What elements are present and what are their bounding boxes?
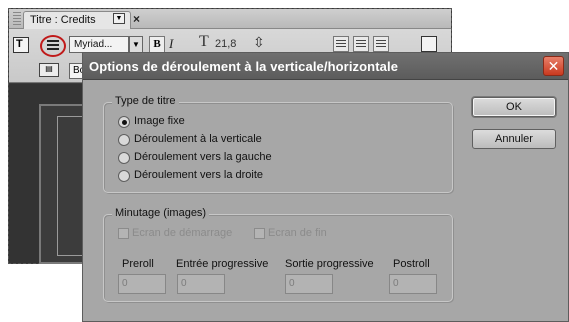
radio-crawl-right-label: Déroulement vers la droite [134, 169, 264, 181]
ok-button[interactable]: OK [472, 97, 556, 117]
title-type-legend: Type de titre [112, 95, 179, 107]
end-screen-label: Ecran de fin [268, 227, 327, 239]
dialog-title: Options de déroulement à la verticale/ho… [89, 59, 399, 74]
cancel-button[interactable]: Annuler [472, 129, 556, 149]
bold-button[interactable]: B [149, 36, 165, 53]
templates-icon[interactable]: ▤ [39, 63, 59, 77]
radio-still-button[interactable] [118, 116, 130, 128]
align-center-icon[interactable] [353, 36, 369, 52]
radio-crawl-left-label: Déroulement vers la gauche [134, 151, 272, 163]
font-dropdown-icon[interactable]: ▼ [129, 36, 143, 53]
font-family-field[interactable]: Myriad... [69, 36, 129, 53]
panel-tab-label: Titre : Credits [30, 14, 96, 26]
radio-roll-button[interactable] [118, 134, 130, 146]
end-screen-box[interactable] [254, 228, 265, 239]
dialog-title-bar[interactable]: Options de déroulement à la verticale/ho… [83, 53, 568, 80]
kerning-icon[interactable]: ⇳ [253, 34, 265, 51]
start-screen-label: Ecran de démarrage [132, 227, 233, 239]
ease-out-input[interactable]: 0 [285, 274, 333, 294]
close-icon[interactable]: ✕ [543, 56, 564, 76]
roll-crawl-options-icon[interactable] [40, 35, 66, 57]
radio-crawl-left-button[interactable] [118, 152, 130, 164]
align-right-icon[interactable] [373, 36, 389, 52]
font-size-icon: T [199, 33, 209, 50]
panel-grip-icon[interactable] [13, 12, 21, 25]
timing-legend: Minutage (images) [112, 207, 210, 219]
italic-button[interactable]: I [169, 36, 173, 52]
panel-close-icon[interactable]: × [133, 12, 140, 26]
roll-crawl-glyph-icon [47, 40, 59, 52]
timing-group: Minutage (images) Ecran de démarrage Ecr… [103, 207, 453, 302]
font-size-value[interactable]: 21,8 [215, 38, 236, 50]
ease-in-label: Entrée progressive [176, 258, 269, 270]
radio-still-label: Image fixe [134, 115, 185, 127]
title-tool-icon[interactable] [13, 37, 29, 53]
panel-menu-icon[interactable]: ▼ [113, 13, 125, 24]
postroll-input[interactable]: 0 [389, 274, 437, 294]
align-left-icon[interactable] [333, 36, 349, 52]
panel-tab-bar: Titre : Credits ▼ × [9, 9, 451, 29]
tab-stops-icon[interactable] [421, 36, 437, 52]
preroll-input[interactable]: 0 [118, 274, 166, 294]
radio-crawl-right-button[interactable] [118, 170, 130, 182]
ease-out-label: Sortie progressive [285, 258, 374, 270]
start-screen-box[interactable] [118, 228, 129, 239]
ease-in-input[interactable]: 0 [177, 274, 225, 294]
radio-roll-label: Déroulement à la verticale [134, 133, 262, 145]
postroll-label: Postroll [393, 258, 430, 270]
roll-crawl-options-dialog: Options de déroulement à la verticale/ho… [82, 52, 569, 322]
title-type-group: Type de titre Image fixe Déroulement à l… [103, 95, 453, 193]
preroll-label: Preroll [122, 258, 154, 270]
